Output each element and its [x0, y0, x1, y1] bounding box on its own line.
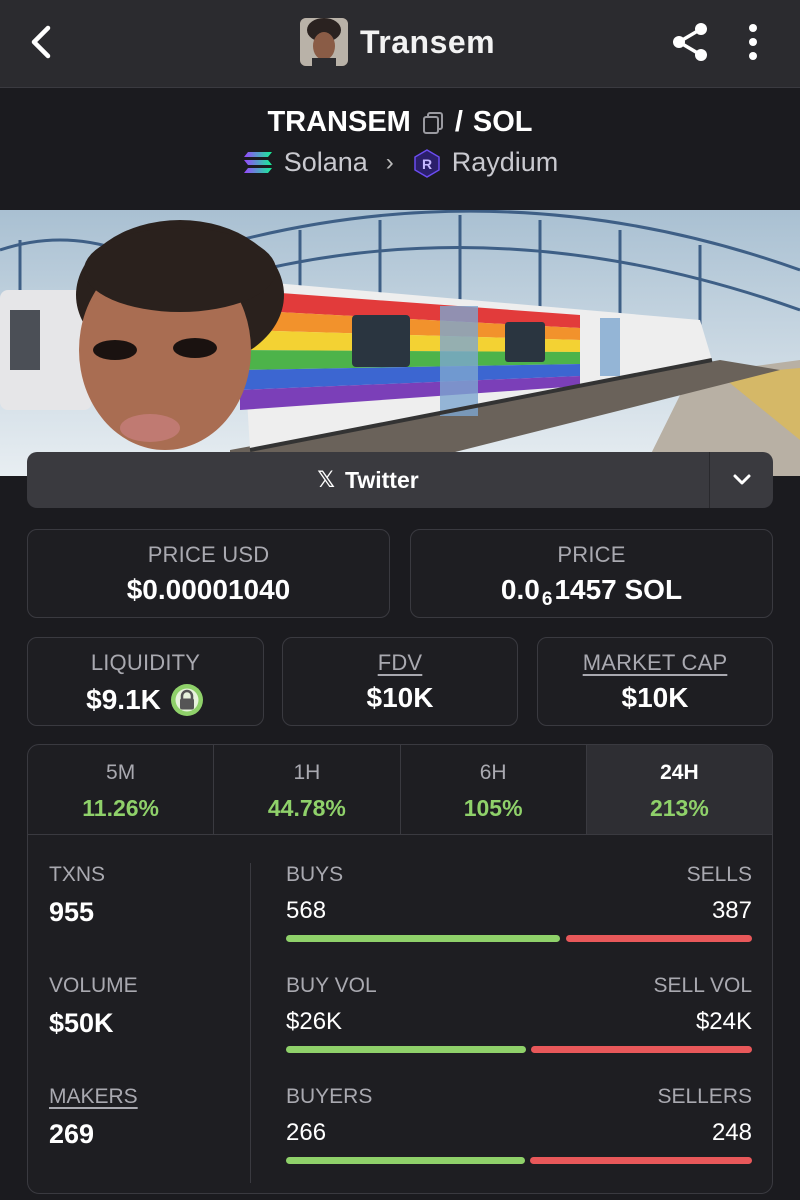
solana-logo-icon [243, 151, 272, 173]
buy-vol-value: $26K [286, 1008, 343, 1035]
tab-5m[interactable]: 5M 11.26% [28, 745, 215, 834]
sell-vol-label: SELL VOL [653, 974, 752, 997]
sellers-value: 248 [711, 1119, 752, 1146]
makers-value: 269 [49, 1119, 95, 1149]
column-divider [250, 863, 251, 1183]
svg-text:R: R [422, 156, 432, 172]
volume-label: VOLUME [49, 974, 138, 997]
price-native-prefix: 0.0 [500, 574, 540, 605]
volume-metric: VOLUME $50K [49, 974, 138, 1039]
txn-stats-panel: 5M 11.26% 1H 44.78% 6H 105% 24H 213% TXN… [27, 744, 773, 1194]
sellers-bar-segment [530, 1157, 752, 1164]
market-cap-card[interactable]: MARKET CAP $10K [537, 637, 773, 726]
pair-header: TRANSEM / SOL Solana › R Raydium [0, 106, 800, 178]
sell-vol-value: $24K [695, 1008, 752, 1035]
share-icon[interactable] [668, 20, 712, 64]
buys-value: 568 [286, 897, 327, 924]
tab-label: 24H [660, 761, 699, 784]
price-native-label: PRICE [557, 542, 626, 567]
price-native-suffix: 1457 SOL [554, 574, 683, 605]
makers-metric: MAKERS 269 [49, 1085, 138, 1150]
kebab-menu-icon[interactable] [738, 20, 768, 64]
back-arrow-icon[interactable] [22, 22, 62, 62]
page-title: Transem [360, 23, 496, 60]
base-token-symbol: TRANSEM [267, 106, 411, 138]
sells-value: 387 [711, 897, 752, 924]
liquidity-value: $9.1K [86, 684, 161, 715]
x-logo-icon: 𝕏 [317, 467, 336, 492]
sells-bar-segment [566, 935, 752, 942]
tab-label: 6H [479, 761, 507, 784]
sell-vol-bar-segment [531, 1046, 752, 1053]
tab-change-value: 105% [463, 795, 523, 821]
tab-change-value: 44.78% [267, 795, 346, 821]
price-native-card: PRICE 0.0 6 1457 SOL [410, 529, 773, 618]
txns-value: 955 [49, 897, 95, 927]
sellers-label: SELLERS [657, 1085, 752, 1108]
token-banner-image [0, 210, 800, 476]
tab-label: 1H [293, 761, 321, 784]
price-usd-label: PRICE USD [147, 542, 270, 567]
market-cap-label[interactable]: MARKET CAP [583, 650, 728, 675]
txns-label: TXNS [49, 863, 106, 886]
fdv-card[interactable]: FDV $10K [282, 637, 518, 726]
buyers-value: 266 [286, 1119, 327, 1146]
buyers-sellers-row: BUYERS SELLERS 266 248 [286, 1085, 752, 1164]
buys-sells-ratio-bar [286, 935, 752, 942]
buy-vol-bar-segment [286, 1046, 526, 1053]
price-native-zero-count: 6 [541, 589, 553, 610]
breadcrumb-chevron-icon: › [385, 148, 394, 176]
chain-link[interactable]: Solana [284, 147, 368, 178]
buys-sells-row: BUYS SELLS 568 387 [286, 863, 752, 942]
tab-change-value: 213% [649, 795, 709, 821]
token-avatar [300, 18, 348, 66]
makers-label[interactable]: MAKERS [49, 1085, 138, 1108]
market-cap-value: $10K [621, 682, 689, 713]
txns-metric: TXNS 955 [49, 863, 105, 928]
buy-vol-label: BUY VOL [286, 974, 377, 997]
timeframe-tabs: 5M 11.26% 1H 44.78% 6H 105% 24H 213% [28, 745, 772, 835]
buy-sell-volume-row: BUY VOL SELL VOL $26K $24K [286, 974, 752, 1053]
price-usd-card: PRICE USD $0.00001040 [27, 529, 390, 618]
lock-icon[interactable] [169, 682, 205, 718]
tab-1h[interactable]: 1H 44.78% [214, 745, 401, 834]
volume-value: $50K [49, 1008, 114, 1038]
fdv-label[interactable]: FDV [378, 650, 423, 675]
liquidity-card: LIQUIDITY $9.1K [27, 637, 264, 726]
buyers-ratio-bar [286, 1157, 752, 1164]
top-bar: Transem [0, 0, 800, 88]
fdv-value: $10K [366, 682, 434, 713]
chevron-down-icon [733, 474, 750, 485]
more-socials-button[interactable] [709, 452, 773, 508]
buyers-bar-segment [286, 1157, 525, 1164]
quote-token-symbol: SOL [472, 106, 533, 138]
raydium-logo-icon: R [414, 148, 440, 178]
tab-6h[interactable]: 6H 105% [401, 745, 587, 834]
twitter-link-button[interactable]: 𝕏 Twitter [27, 452, 709, 508]
tab-change-value: 11.26% [82, 795, 159, 821]
header-title-group: Transem [300, 16, 495, 68]
social-link-bar: 𝕏 Twitter [27, 452, 773, 508]
liquidity-label: LIQUIDITY [90, 650, 201, 675]
buys-label: BUYS [286, 863, 344, 886]
twitter-label: Twitter [345, 466, 419, 493]
pair-separator: / [454, 106, 463, 138]
buyers-label: BUYERS [286, 1085, 373, 1108]
copy-icon[interactable] [421, 111, 445, 135]
price-usd-value: $0.00001040 [126, 574, 291, 605]
volume-ratio-bar [286, 1046, 752, 1053]
tab-24h[interactable]: 24H 213% [586, 745, 772, 834]
tab-label: 5M [106, 761, 136, 784]
dex-link[interactable]: Raydium [452, 147, 559, 178]
sells-label: SELLS [686, 863, 752, 886]
buys-bar-segment [286, 935, 561, 942]
